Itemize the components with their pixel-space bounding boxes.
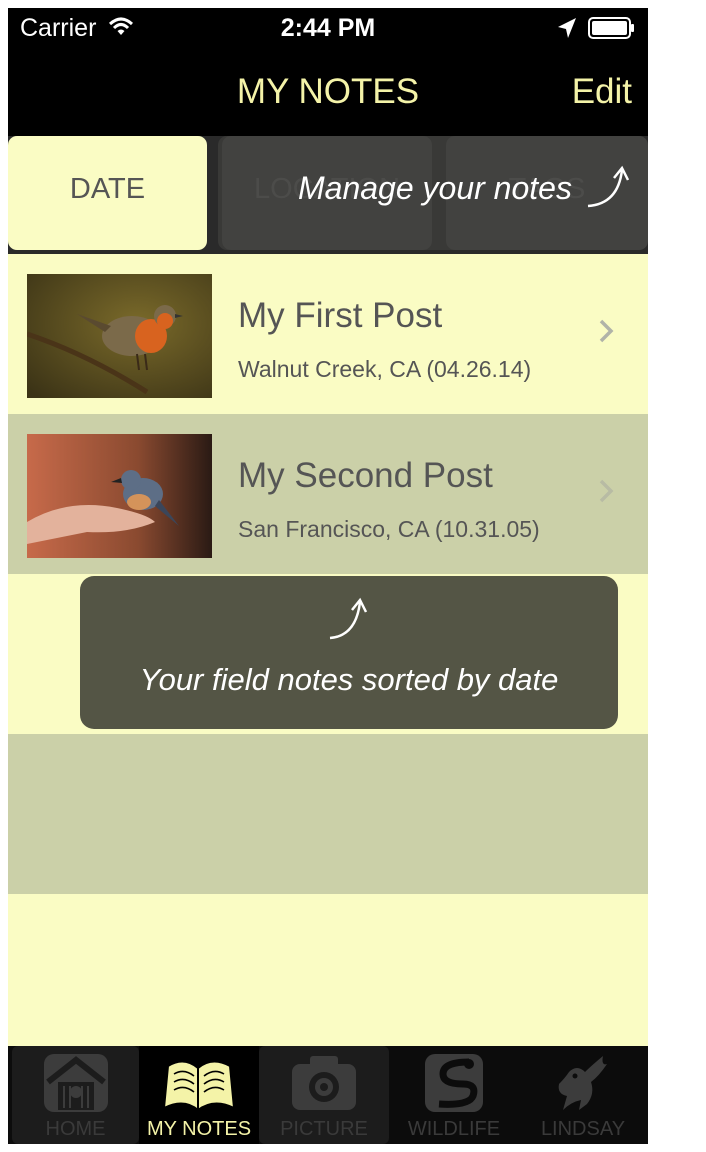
snake-icon	[419, 1052, 489, 1121]
open-book-icon	[162, 1052, 236, 1121]
tab-picture[interactable]: PICTURE	[259, 1046, 389, 1144]
note-row[interactable]: My Second Post San Francisco, CA (10.31.…	[8, 414, 648, 574]
edit-button[interactable]: Edit	[572, 72, 632, 112]
empty-row	[8, 894, 648, 1046]
location-arrow-icon	[557, 17, 577, 44]
tab-wildlife[interactable]: WILDLIFE	[389, 1046, 519, 1144]
navigation-bar: MY NOTES Edit	[8, 48, 648, 136]
bird-silhouette-icon	[547, 1052, 619, 1121]
segment-date-label: DATE	[69, 173, 146, 205]
sorted-by-date-hint: Your field notes sorted by date	[139, 662, 559, 697]
tab-label: LINDSAY	[540, 1118, 626, 1140]
note-title: My First Post	[238, 296, 443, 335]
tab-my-notes[interactable]: MY NOTES	[139, 1046, 259, 1144]
status-bar: Carrier 2:44 PM	[8, 8, 648, 48]
tab-label: WILDLIFE	[407, 1118, 501, 1140]
chevron-right-icon	[598, 478, 614, 509]
birdhouse-icon	[40, 1052, 112, 1121]
segment-date[interactable]: DATE	[8, 136, 207, 250]
curved-arrow-icon	[326, 594, 374, 649]
page-title: MY NOTES	[236, 72, 420, 111]
chevron-right-icon	[598, 318, 614, 349]
tab-label: HOME	[45, 1118, 106, 1140]
tab-label: PICTURE	[280, 1118, 368, 1140]
curved-arrow-icon	[582, 160, 634, 217]
app-screen: Carrier 2:44 PM MY NOTES Edit DATE LOCAT…	[8, 8, 648, 1144]
manage-notes-hint: Manage your notes	[298, 170, 572, 206]
note-row[interactable]: My First Post Walnut Creek, CA (04.26.14…	[8, 254, 648, 414]
tab-lindsay[interactable]: LINDSAY	[519, 1046, 647, 1144]
tab-home[interactable]: HOME	[12, 1046, 139, 1144]
sort-hint-tooltip: Your field notes sorted by date	[80, 576, 618, 729]
nuthatch-photo	[27, 434, 212, 558]
empty-row	[8, 734, 648, 894]
battery-icon	[588, 17, 636, 44]
note-location-date: San Francisco, CA (10.31.05)	[238, 516, 540, 542]
status-time: 2:44 PM	[280, 14, 376, 42]
tab-bar: HOME MY NOTES PICTURE WILDLIFE LINDSAY	[8, 1046, 648, 1144]
note-title: My Second Post	[238, 456, 493, 495]
robin-photo	[27, 274, 212, 398]
camera-icon	[288, 1052, 360, 1121]
tab-label: MY NOTES	[146, 1118, 252, 1140]
note-location-date: Walnut Creek, CA (04.26.14)	[238, 356, 532, 382]
